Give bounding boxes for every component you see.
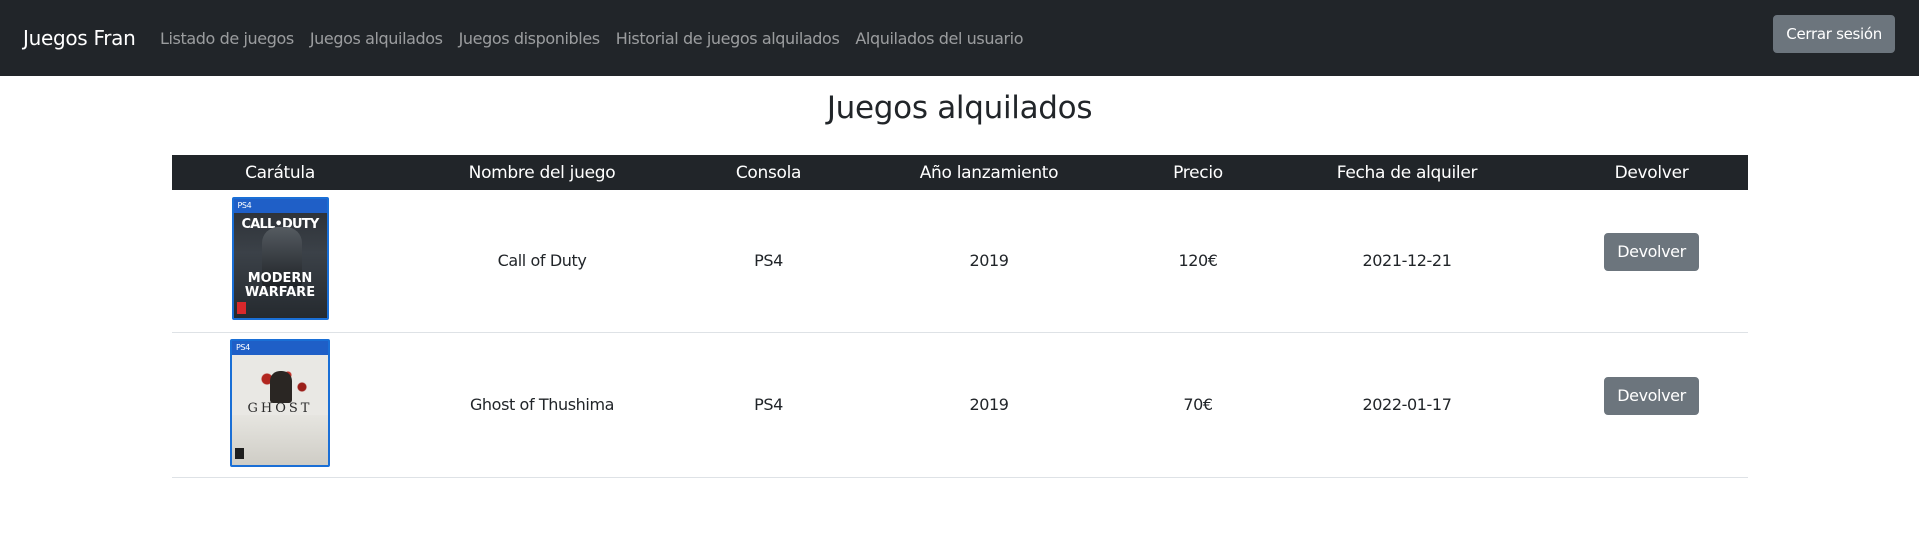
nav-link-listado-juegos[interactable]: Listado de juegos [152,29,302,48]
nav-link-alquilados-usuario[interactable]: Alquilados del usuario [847,29,1031,48]
rented-games-table: Carátula Nombre del juego Consola Año la… [172,155,1748,478]
cover-title-line2: WARFARE [244,285,316,301]
table-header-row: Carátula Nombre del juego Consola Año la… [172,155,1748,190]
logout-button[interactable]: Cerrar sesión [1773,15,1895,53]
rented-games-table-wrap: Carátula Nombre del juego Consola Año la… [172,155,1748,478]
table-body: PS4 CALL•DUTY MODERN WARFARE Call of Dut… [172,190,1748,478]
header-caratula: Carátula [172,155,388,190]
samurai-figure [270,370,292,403]
age-rating-icon [236,302,246,315]
game-console: PS4 [696,332,841,478]
game-year: 2019 [841,190,1137,333]
page-title: Juegos alquilados [826,90,1093,126]
nav-link-historial[interactable]: Historial de juegos alquilados [608,29,848,48]
flower-field [232,414,328,465]
brand-link[interactable]: Juegos Fran [23,0,136,76]
cover-title: GHOST [247,400,313,416]
age-rating-icon [235,447,244,459]
return-cell: Devolver [1555,332,1748,478]
header-fecha: Fecha de alquiler [1259,155,1555,190]
table-row: PS4 GHOST Ghost of Thushima PS4 2019 70€… [172,332,1748,478]
game-name: Call of Duty [388,190,696,333]
nav-link-juegos-disponibles[interactable]: Juegos disponibles [451,29,608,48]
call-of-duty-cover-icon: PS4 CALL•DUTY MODERN WARFARE [231,197,329,321]
return-cell: Devolver [1555,190,1748,333]
table-row: PS4 CALL•DUTY MODERN WARFARE Call of Dut… [172,190,1748,333]
nav-links: Listado de juegos Juegos alquilados Jueg… [152,0,1031,76]
ghost-of-tsushima-cover-icon: PS4 GHOST [230,338,330,467]
rent-date: 2021-12-21 [1259,190,1555,333]
return-button[interactable]: Devolver [1604,376,1699,415]
game-price: 120€ [1137,190,1259,333]
header-anio: Año lanzamiento [841,155,1137,190]
header-devolver: Devolver [1555,155,1748,190]
nav-link-juegos-alquilados[interactable]: Juegos alquilados [302,29,451,48]
game-price: 70€ [1137,332,1259,478]
cover-cell: PS4 GHOST [172,332,388,478]
rent-date: 2022-01-17 [1259,332,1555,478]
header-precio: Precio [1137,155,1259,190]
game-console: PS4 [696,190,841,333]
platform-band: PS4 [233,199,327,214]
table-header: Carátula Nombre del juego Consola Año la… [172,155,1748,190]
game-year: 2019 [841,332,1137,478]
platform-band: PS4 [232,340,328,355]
cover-title-line1: MODERN [247,271,313,287]
header-consola: Consola [696,155,841,190]
game-name: Ghost of Thushima [388,332,696,478]
top-navbar: Juegos Fran Listado de juegos Juegos alq… [0,0,1919,76]
return-button[interactable]: Devolver [1604,232,1699,271]
header-nombre: Nombre del juego [388,155,696,190]
cover-cell: PS4 CALL•DUTY MODERN WARFARE [172,190,388,333]
